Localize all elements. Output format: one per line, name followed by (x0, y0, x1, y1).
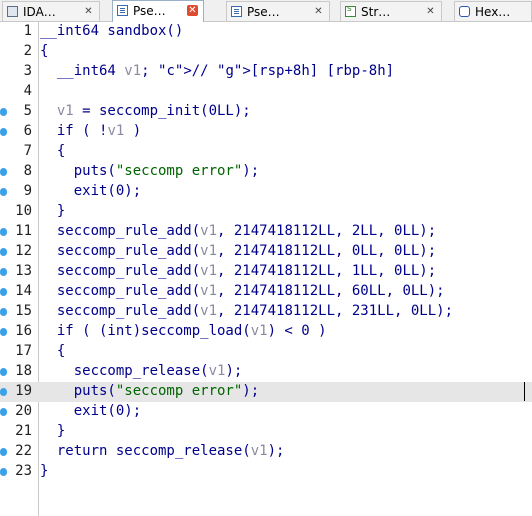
code-text: seccomp_rule_add(v1, 2147418112LL, 1LL, … (40, 263, 437, 279)
line-number: 8 (23, 163, 32, 179)
line-number: 6 (23, 123, 32, 139)
code-line[interactable]: 10 } (0, 202, 532, 222)
tab-ida-view[interactable]: IDA… ✕ (2, 1, 100, 21)
ida-view-icon (7, 6, 18, 17)
line-number: 16 (15, 323, 32, 339)
code-line[interactable]: 21 } (0, 422, 532, 442)
code-line[interactable]: 22 return seccomp_release(v1); (0, 442, 532, 462)
tab-label: IDA… (23, 5, 56, 19)
tab-label: Hex… (475, 5, 511, 19)
code-text: seccomp_rule_add(v1, 2147418112LL, 2LL, … (40, 223, 437, 239)
line-number: 11 (15, 223, 32, 239)
text-caret (524, 382, 525, 401)
code-text: { (40, 43, 49, 59)
code-text: puts("seccomp error"); (40, 163, 260, 179)
code-line[interactable]: 4 (0, 82, 532, 102)
code-line[interactable]: 7 { (0, 142, 532, 162)
tab-label: Str… (361, 5, 391, 19)
code-line[interactable]: 16 if ( (int)seccomp_load(v1) < 0 ) (0, 322, 532, 342)
code-line[interactable]: 18 seccomp_release(v1); (0, 362, 532, 382)
code-text: __int64 v1; "c">// "g">[rsp+8h] [rbp-8h] (40, 63, 395, 79)
tab-label: Pse… (247, 5, 280, 19)
code-line[interactable]: 11 seccomp_rule_add(v1, 2147418112LL, 2L… (0, 222, 532, 242)
line-number: 13 (15, 263, 32, 279)
line-number: 17 (15, 343, 32, 359)
strings-icon (345, 4, 356, 17)
tab-bar: IDA… ✕ Pse… ✕ Pse… ✕ Str… ✕ Hex… (0, 0, 532, 22)
line-number: 19 (15, 383, 32, 399)
code-text: } (40, 423, 66, 439)
line-number: 4 (23, 83, 32, 99)
close-icon[interactable]: ✕ (313, 6, 324, 17)
tab-label: Pse… (133, 4, 166, 18)
code-line[interactable]: 15 seccomp_rule_add(v1, 2147418112LL, 23… (0, 302, 532, 322)
code-line[interactable]: 20 exit(0); (0, 402, 532, 422)
tab-strings[interactable]: Str… ✕ (340, 1, 442, 21)
code-text: seccomp_rule_add(v1, 2147418112LL, 60LL,… (40, 283, 445, 299)
tab-pseudocode-active[interactable]: Pse… ✕ (112, 0, 204, 22)
code-text: if ( !v1 ) (40, 123, 142, 139)
code-line[interactable]: 14 seccomp_rule_add(v1, 2147418112LL, 60… (0, 282, 532, 302)
tab-pseudocode-2[interactable]: Pse… ✕ (226, 1, 330, 21)
code-text: __int64 sandbox() (40, 23, 184, 39)
code-text: } (40, 463, 49, 479)
line-number: 2 (23, 43, 32, 59)
tab-hex-view[interactable]: Hex… (454, 1, 532, 21)
close-icon[interactable]: ✕ (425, 6, 436, 17)
line-number: 20 (15, 403, 32, 419)
line-number: 12 (15, 243, 32, 259)
code-line[interactable]: 3 __int64 v1; "c">// "g">[rsp+8h] [rbp-8… (0, 62, 532, 82)
line-number: 22 (15, 443, 32, 459)
code-text: puts("seccomp error"); (40, 383, 260, 399)
code-line[interactable]: 17 { (0, 342, 532, 362)
code-text: seccomp_rule_add(v1, 2147418112LL, 231LL… (40, 303, 454, 319)
code-line[interactable]: 6 if ( !v1 ) (0, 122, 532, 142)
code-line[interactable]: 13 seccomp_rule_add(v1, 2147418112LL, 1L… (0, 262, 532, 282)
code-line[interactable]: 8 puts("seccomp error"); (0, 162, 532, 182)
code-text: exit(0); (40, 183, 142, 199)
code-text: if ( (int)seccomp_load(v1) < 0 ) (40, 323, 327, 339)
pseudocode-icon (231, 6, 242, 17)
line-number: 9 (23, 183, 32, 199)
code-text: { (40, 343, 66, 359)
code-line[interactable]: 12 seccomp_rule_add(v1, 2147418112LL, 0L… (0, 242, 532, 262)
line-number: 1 (23, 23, 32, 39)
line-number: 18 (15, 363, 32, 379)
code-line[interactable]: 23} (0, 462, 532, 482)
line-number: 23 (15, 463, 32, 479)
code-text: } (40, 203, 66, 219)
code-line[interactable]: 2{ (0, 42, 532, 62)
hex-view-icon (459, 6, 470, 17)
line-number: 3 (23, 63, 32, 79)
code-text: return seccomp_release(v1); (40, 443, 285, 459)
code-text: seccomp_release(v1); (40, 363, 243, 379)
code-text: exit(0); (40, 403, 142, 419)
code-line[interactable]: 1 __int64 sandbox() (0, 22, 532, 42)
code-line-highlighted[interactable]: 19 puts("seccomp error"); (0, 382, 532, 402)
code-line[interactable]: 9 exit(0); (0, 182, 532, 202)
close-icon[interactable]: ✕ (187, 5, 198, 16)
pseudocode-icon (117, 5, 128, 16)
code-line[interactable]: 5 v1 = seccomp_init(0LL); (0, 102, 532, 122)
line-number: 10 (15, 203, 32, 219)
code-text: { (40, 143, 66, 159)
line-number: 15 (15, 303, 32, 319)
code-text: seccomp_rule_add(v1, 2147418112LL, 0LL, … (40, 243, 437, 259)
line-number: 5 (23, 103, 32, 119)
close-icon[interactable]: ✕ (83, 6, 94, 17)
code-text: v1 = seccomp_init(0LL); (56, 103, 251, 119)
line-number: 7 (23, 143, 32, 159)
line-number: 14 (15, 283, 32, 299)
line-number: 21 (15, 423, 32, 439)
